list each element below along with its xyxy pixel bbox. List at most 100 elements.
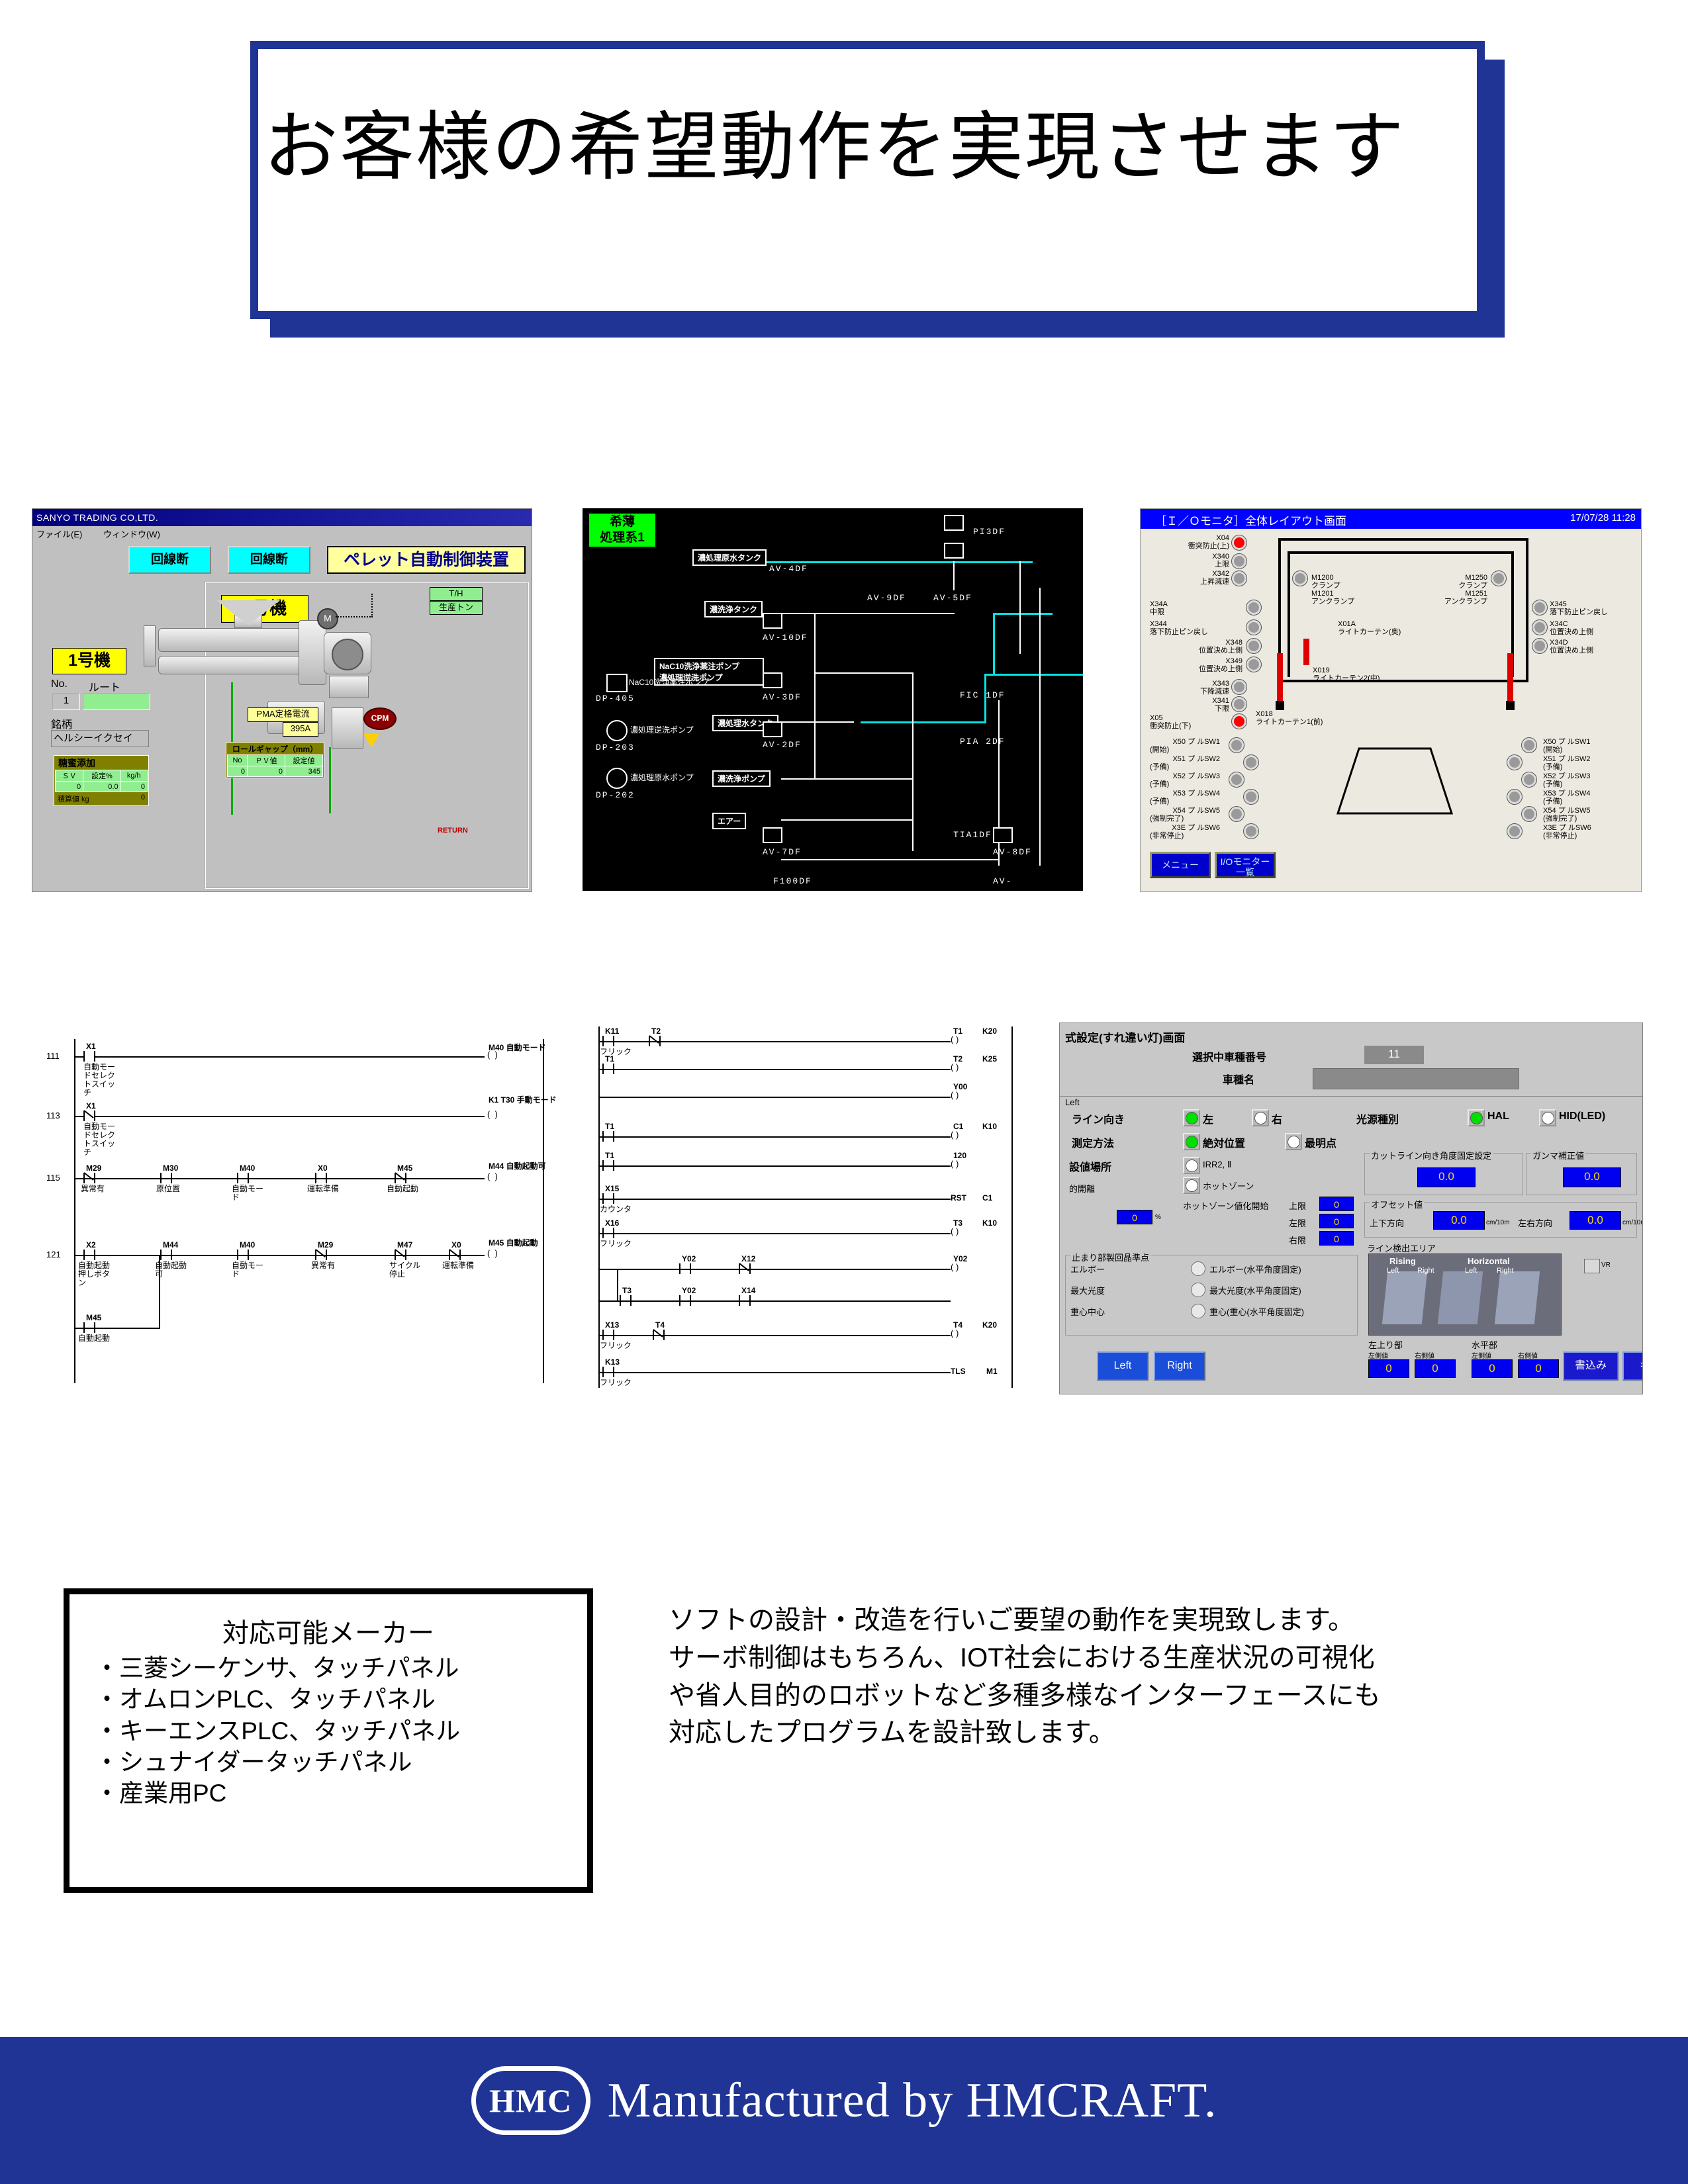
preview-beam-mid (1437, 1271, 1483, 1324)
pipe-h4 (781, 778, 914, 780)
scada-header-title: ペレット自動制御装置 (327, 546, 526, 574)
label-brand: 銘柄 (51, 719, 73, 731)
right-button[interactable]: Right (1154, 1351, 1205, 1381)
io-lamp-x53-r[interactable] (1507, 790, 1522, 804)
line-disconnect-button-1[interactable]: 回線断 (128, 546, 211, 574)
checkbox-center[interactable] (1191, 1304, 1205, 1318)
value-left[interactable]: 0 (1319, 1214, 1354, 1228)
sub-value-3[interactable]: 0 (1472, 1359, 1513, 1378)
wire (600, 1097, 951, 1098)
left-button[interactable]: Left (1097, 1351, 1149, 1381)
io-lamp-x50-r[interactable] (1522, 738, 1536, 752)
io-lamp-x52[interactable] (1229, 772, 1244, 787)
pump-tag-dp202: DP-202 (596, 790, 635, 800)
menu-bar: ファイル(E) ウィンドウ(W) (36, 527, 179, 540)
device-addr: M40 (240, 1240, 256, 1250)
screenshot-hmi-config: 式設定(すれ違い灯)画面 選択中車種番号 11 車種名 Left ライン向き 左… (1059, 1023, 1643, 1394)
io-monitor-list-button[interactable]: I/Oモニター 一覧 (1215, 852, 1276, 878)
io-lamp-x54-r[interactable] (1522, 807, 1536, 821)
hmc-logo-text: HMC (489, 2082, 573, 2119)
tag-wash-pump: 濃洗浄ポンプ (712, 770, 771, 787)
radio-hal[interactable] (1468, 1109, 1485, 1126)
device-comment: フリック (600, 1239, 632, 1248)
device-addr: T2 (651, 1026, 661, 1036)
io-addr-x345: X345 (1550, 600, 1567, 608)
label-offset: オフセット値 (1370, 1198, 1425, 1210)
io-lamp-x53[interactable] (1244, 790, 1258, 804)
col-setpct: 設定% (83, 770, 121, 782)
value-offset-ud[interactable]: 0.0 (1433, 1211, 1485, 1230)
io-sub-m1250: クランプ (1458, 582, 1487, 590)
checkbox-vr[interactable] (1584, 1259, 1600, 1273)
line-disconnect-button-2[interactable]: 回線断 (228, 546, 310, 574)
radio-absolute-position[interactable] (1183, 1133, 1200, 1150)
page-title: お客様の希望動作を実現させます (263, 105, 1405, 189)
menu-button[interactable]: メニュー (1150, 852, 1211, 878)
wire (600, 1233, 951, 1234)
total-label: 積算値 kg (58, 796, 89, 803)
write-button[interactable]: 書込み (1563, 1351, 1618, 1381)
valve-label-av9df: AV-9DF (867, 593, 906, 603)
valve-label-av10df: AV-10DF (763, 633, 808, 643)
io-lamp-x3e-r[interactable] (1507, 824, 1522, 839)
menu-item-window[interactable]: ウィンドウ(W) (103, 529, 160, 539)
io-addr-x3e: X3E プ ルSW6 (1172, 824, 1220, 832)
sub-value-1[interactable]: 0 (1368, 1359, 1409, 1378)
divider (1060, 1096, 1642, 1097)
value-model-name[interactable] (1313, 1068, 1519, 1089)
value-gamma[interactable]: 0.0 (1563, 1167, 1621, 1187)
value-right[interactable]: 0 (1319, 1231, 1354, 1246)
label-updown: 左上り部 (1368, 1340, 1403, 1350)
menu-item-file[interactable]: ファイル(E) (36, 529, 82, 539)
radio-hotzone[interactable] (1183, 1177, 1200, 1194)
wire (95, 1056, 485, 1058)
io-lamp-x50[interactable] (1229, 738, 1244, 752)
radio-irr[interactable] (1183, 1157, 1200, 1174)
io-lamp-x3e[interactable] (1244, 824, 1258, 839)
io-lamp-x349 (1246, 657, 1261, 672)
io-label-x348: 位置決め上側 (1199, 647, 1243, 655)
value-upper[interactable]: 0 (1319, 1197, 1354, 1211)
io-label-x342: 上昇減速 (1200, 578, 1229, 586)
value-cutline-angle[interactable]: 0.0 (1417, 1167, 1476, 1187)
sub-label-3: 左側値 (1472, 1353, 1491, 1360)
system-badge-line2: 処理系1 (600, 531, 645, 545)
value-offset-lr[interactable]: 0.0 (1570, 1211, 1621, 1230)
checkbox-max-luminance[interactable] (1191, 1283, 1205, 1297)
window-titlebar: SANYO TRADING CO,LTD. (32, 509, 532, 526)
machine-number-label-left: 1号機 (52, 648, 126, 674)
io-lamp-x34a (1246, 600, 1261, 615)
radio-hid-led[interactable] (1539, 1109, 1556, 1126)
value-route[interactable] (83, 693, 150, 710)
io-lamp-x51[interactable] (1244, 755, 1258, 770)
pump-block (332, 707, 363, 749)
sub-value-2[interactable]: 0 (1415, 1359, 1456, 1378)
io-addr-x343: X343 (1212, 680, 1229, 688)
sub-value-4[interactable]: 0 (1518, 1359, 1559, 1378)
value-brand[interactable]: ヘルシーイクセイ (51, 730, 149, 747)
checkbox-elbow[interactable] (1191, 1261, 1205, 1276)
paragraph-line-3: や省人目的のロボットなど多種多様なインターフェースにも (669, 1680, 1381, 1710)
io-lamp-x54[interactable] (1229, 807, 1244, 821)
value-open[interactable]: 0 (1117, 1210, 1152, 1224)
coil-output: ( ) (487, 1248, 498, 1258)
value-no[interactable]: 1 (52, 693, 80, 710)
pipe-h6 (781, 859, 1000, 860)
coil-preset: M1 (986, 1367, 998, 1376)
label-irr: IRR2, Ⅱ (1203, 1160, 1232, 1169)
instrument-pi3df: PI3DF (973, 527, 1006, 537)
io-lamp-x51-r[interactable] (1507, 755, 1522, 770)
cancel-button[interactable]: キャ (1622, 1351, 1642, 1381)
label-radio-right: 右 (1272, 1115, 1283, 1126)
table-row: 0 0.0 0 (54, 781, 148, 792)
radio-line-left[interactable] (1183, 1109, 1200, 1126)
preview-label-rising: Rising (1389, 1256, 1416, 1266)
radio-line-right[interactable] (1252, 1109, 1269, 1126)
device-addr: X2 (86, 1240, 96, 1250)
io-lamp-x52-r[interactable] (1522, 772, 1536, 787)
val-kgh: 0 (120, 781, 148, 792)
pump-label-dp203: 濃処理逆洗ポンプ (630, 725, 694, 735)
radio-brightest-point[interactable] (1285, 1133, 1302, 1150)
value-model-number[interactable]: 11 (1364, 1046, 1424, 1064)
io-addr-x349: X349 (1225, 657, 1243, 665)
